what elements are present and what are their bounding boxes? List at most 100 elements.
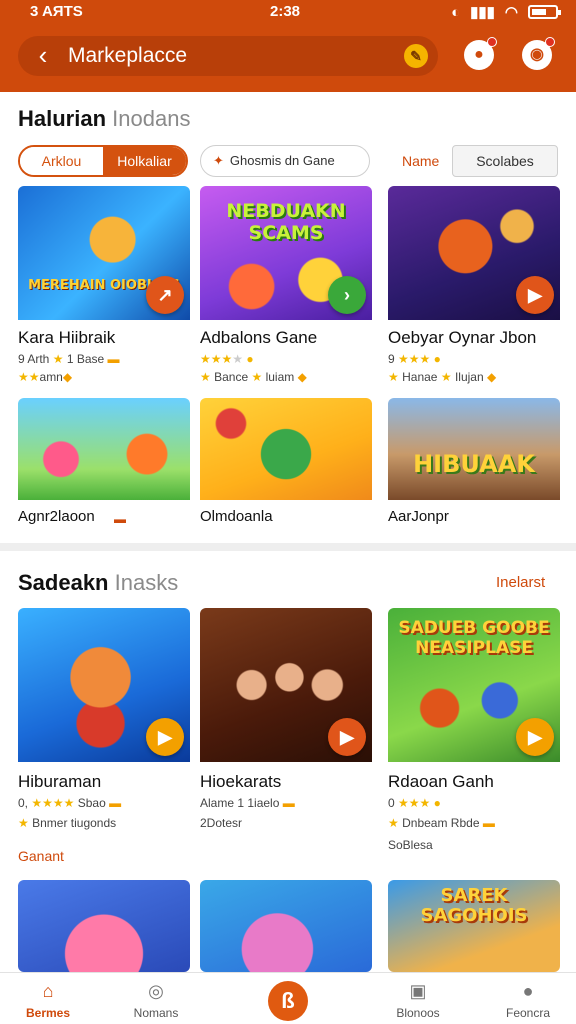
game-card[interactable]: Olmdoanla xyxy=(200,398,372,530)
notification-button[interactable]: ● xyxy=(464,37,497,70)
card-title: Oebyar Oynar Jbon xyxy=(388,328,537,347)
page-title: Markeplacce xyxy=(68,44,188,67)
chevron-left-icon[interactable]: ‹ xyxy=(28,41,58,71)
thumbnail-logo: SAREK SAGOHOIS xyxy=(420,885,528,926)
home-icon: ⌂ xyxy=(42,981,54,1001)
stars-icon: ★★★ xyxy=(398,796,431,810)
coin-icon: ▬ xyxy=(107,352,120,366)
tag-icon: ▬ xyxy=(114,512,126,526)
card-title: Rdaoan Ganh xyxy=(388,772,494,791)
game-thumbnail[interactable] xyxy=(18,880,190,972)
game-card[interactable] xyxy=(18,880,190,972)
card-rating: ★ Hanae ★ Ilujan ◆ xyxy=(388,370,497,384)
profile-icon: ● xyxy=(522,981,534,1001)
filter-icon: ✦ xyxy=(213,153,224,168)
nav-profile[interactable]: ● Feoncra xyxy=(488,979,568,1020)
section-title: Sadeakn Inasks xyxy=(18,570,178,596)
play-icon[interactable]: ↗ xyxy=(146,276,184,314)
game-card[interactable]: MEREHAIN OIOBIASS ↗ Kara Hiibraik 9 Arth… xyxy=(18,186,190,386)
thumbnail-art xyxy=(18,880,190,972)
card-meta: ★★★★ ● xyxy=(200,352,254,366)
play-icon[interactable]: ▶ xyxy=(516,718,554,756)
coin-icon: ▬ xyxy=(282,796,295,810)
card-title: Olmdoanla xyxy=(200,508,273,525)
game-thumbnail[interactable]: ▶ xyxy=(388,186,560,320)
segment-right[interactable]: Holkaliar xyxy=(103,147,186,175)
game-card[interactable] xyxy=(200,880,372,972)
nav-label: Blonoos xyxy=(396,1006,440,1020)
play-icon[interactable]: ▶ xyxy=(516,276,554,314)
filter-chip[interactable]: ✦ Ghosmis dn Gane xyxy=(200,145,370,177)
thumbnail-art xyxy=(200,880,372,972)
card-meta: Alame 1 1iaelo ▬ xyxy=(200,796,295,810)
card-rating: ★ Dnbeam Rbde ▬ xyxy=(388,816,495,830)
nav-browse[interactable]: ◎ Nomans xyxy=(116,979,196,1020)
coin-icon: ● xyxy=(433,796,441,810)
thumbnail-art xyxy=(200,398,372,500)
see-all-link[interactable]: Inelarst xyxy=(496,574,545,591)
coin-icon: ▬ xyxy=(109,796,122,810)
stars-icon: ★★ xyxy=(18,370,40,384)
section-title-light: Inodans xyxy=(112,106,191,131)
alarm-icon: ◐ xyxy=(451,3,461,21)
card-rating: ★ Bance ★ luiam ◆ xyxy=(200,370,307,384)
game-card[interactable]: HIBUAAK AarJonpr xyxy=(388,398,560,530)
nav-label: Bermes xyxy=(25,1006,71,1020)
card-rating: 2Dotesr xyxy=(200,816,243,830)
thumbnail-art xyxy=(388,398,560,500)
sort-dropdown[interactable]: Scolabes xyxy=(452,145,558,177)
play-icon[interactable]: ▶ xyxy=(146,718,184,756)
game-thumbnail[interactable]: HIBUAAK xyxy=(388,398,560,500)
status-bar: 3 AЯTS 2:38 ◐ ▮▮▮ ◠ xyxy=(0,0,576,26)
cart-button[interactable]: ◉ xyxy=(522,37,555,70)
nav-home[interactable]: ⌂ Bermes xyxy=(8,979,88,1020)
game-card[interactable]: SADUEB GOOBE NEASIPLASE ▶ Rdaoan Ganh 0 … xyxy=(388,608,560,858)
game-thumbnail[interactable] xyxy=(200,398,372,500)
game-card[interactable]: SAREK SAGOHOIS xyxy=(388,880,560,972)
cart-dot xyxy=(545,37,555,47)
coin-icon: ● xyxy=(433,352,441,366)
tag-icon: ▬ xyxy=(482,816,495,830)
filter-chip-label: Ghosmis dn Gane xyxy=(229,153,335,168)
game-card[interactable]: NEBDUAKN SCAMS › Adbalons Gane ★★★★ ● ★ … xyxy=(200,186,372,386)
segment-control[interactable]: Arklou Holkaliar xyxy=(18,145,188,177)
play-icon[interactable]: ▶ xyxy=(328,718,366,756)
game-thumbnail[interactable] xyxy=(200,880,372,972)
thumbnail-logo: SADUEB GOOBE NEASIPLASE xyxy=(398,618,550,658)
game-card[interactable]: ▶ Hioekarats Alame 1 1iaelo ▬ 2Dotesr xyxy=(200,608,372,838)
game-thumbnail[interactable]: ▶ xyxy=(18,608,190,762)
game-thumbnail[interactable] xyxy=(18,398,190,500)
star-icon: ★ xyxy=(388,816,399,830)
segment-left[interactable]: Arklou xyxy=(20,147,103,175)
sub-label: Ganant xyxy=(18,848,64,864)
star-icon: ★ xyxy=(200,370,211,384)
game-thumbnail[interactable]: MEREHAIN OIOBIASS ↗ xyxy=(18,186,190,320)
star-icon: ★ xyxy=(52,352,64,366)
header-search-bar[interactable]: ‹ Markeplacce ✎ xyxy=(18,36,438,76)
game-thumbnail[interactable]: SADUEB GOOBE NEASIPLASE ▶ xyxy=(388,608,560,762)
wifi-icon: ◠ xyxy=(504,4,518,21)
card-title: AarJonpr xyxy=(388,508,449,525)
game-card[interactable]: Agnr2laoon ▬ xyxy=(18,398,190,530)
sort-label: Name xyxy=(402,153,440,169)
section-title-bold: Sadeakn xyxy=(18,570,109,595)
thumbnail-logo: HIBUAAK xyxy=(413,450,535,478)
play-icon[interactable]: › xyxy=(328,276,366,314)
card-title: Hioekarats xyxy=(200,772,282,791)
section-title-light: Inasks xyxy=(114,570,179,595)
game-thumbnail[interactable]: NEBDUAKN SCAMS › xyxy=(200,186,372,320)
game-card[interactable]: ▶ Oebyar Oynar Jbon 9 ★★★ ● ★ Hanae ★ Il… xyxy=(388,186,560,386)
status-carrier: 3 AЯTS xyxy=(30,3,83,20)
coin-icon[interactable]: ✎ xyxy=(404,44,428,68)
coin-icon: ● xyxy=(246,352,254,366)
nav-library[interactable]: ▣ Blonoos xyxy=(378,979,458,1020)
card-extra: SoBlesa xyxy=(388,838,433,852)
section-title-bold: Halurian xyxy=(18,106,107,131)
game-thumbnail[interactable]: ▶ xyxy=(200,608,372,762)
nav-center-button[interactable]: ß xyxy=(268,981,308,1021)
game-card[interactable]: ▶ Hiburaman 0, ★★★★ Sbao ▬ ★ Bnmer tiugo… xyxy=(18,608,190,838)
signal-icon: ▮▮▮ xyxy=(470,4,495,21)
star-icon: ★ xyxy=(388,370,399,384)
game-thumbnail[interactable]: SAREK SAGOHOIS xyxy=(388,880,560,972)
card-title: Adbalons Gane xyxy=(200,328,318,347)
